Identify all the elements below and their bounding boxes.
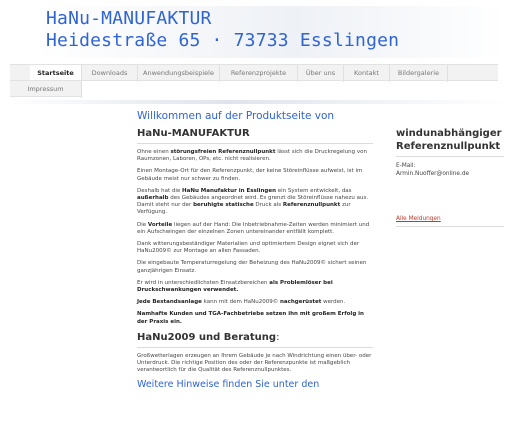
nav-item-anwendungsbeispiele[interactable]: Anwendungsbeispiele	[138, 65, 220, 82]
welcome-heading: Willkommen auf der Produktseite von	[137, 110, 335, 122]
nav-item-kontakt[interactable]: Kontakt	[344, 65, 390, 82]
retrofit-paragraph: Jede Bestandsanlage kann mit dem HaNu200…	[137, 299, 346, 306]
sidebar: windunabhängiger Referenznullpunkt E-Mai…	[396, 127, 504, 227]
main-navigation: Startseite Downloads Anwendungsbeispiele…	[10, 64, 498, 98]
contact-info: E-Mail: Armin.Nuoffer@online.de	[396, 163, 504, 178]
nav-item-bildergalerie[interactable]: Bildergalerie	[390, 65, 448, 82]
email-label: E-Mail:	[396, 163, 416, 169]
customers-paragraph: Namhafte Kunden und TGA-Fachbetriebe set…	[137, 311, 364, 325]
system-paragraph: Deshalb hat die HaNu Manufaktur in Essli…	[137, 187, 369, 216]
nav-item-downloads[interactable]: Downloads	[82, 65, 138, 82]
more-info-link[interactable]: Weitere Hinweise finden Sie unter den	[137, 379, 373, 390]
usage-paragraph: Er wird in unterschiedlichsten Einsatzbe…	[137, 279, 333, 294]
consulting-heading: HaNu2009 und Beratung:	[137, 331, 373, 348]
nav-row-1: Startseite Downloads Anwendungsbeispiele…	[10, 64, 498, 83]
nav-row-2: Impressum	[10, 80, 82, 98]
intro-paragraph: Ohne einen störungsfreien Referenznullpu…	[137, 149, 368, 163]
heating-paragraph: Die eingebaute Temperaturregelung der Be…	[137, 260, 367, 274]
montage-paragraph: Einen Montage-Ort für den Referenzpunkt,…	[137, 168, 363, 182]
weather-paragraph: Großwetterlagen erzeugen an Ihrem Gebäud…	[137, 352, 372, 374]
sidebar-heading: windunabhängiger Referenznullpunkt	[396, 127, 504, 157]
nav-item-impressum[interactable]: Impressum	[10, 81, 82, 98]
all-news-link[interactable]: Alle Meldungen	[396, 216, 504, 227]
email-address[interactable]: Armin.Nuoffer@online.de	[396, 171, 504, 179]
site-address: Heidestraße 65 · 73733 Esslingen	[46, 30, 400, 51]
nav-item-referenzprojekte[interactable]: Referenzprojekte	[220, 65, 298, 82]
site-title: HaNu-MANUFAKTUR	[46, 8, 212, 29]
main-content: Willkommen auf der Produktseite von HaNu…	[137, 110, 373, 390]
company-heading: HaNu-MANUFAKTUR	[137, 127, 373, 144]
materials-paragraph: Dank witterungsbeständiger Materialien u…	[137, 241, 360, 255]
nav-item-ueber-uns[interactable]: Über uns	[298, 65, 344, 82]
header-separator	[0, 100, 508, 104]
advantages-paragraph: Die Vorteile liegen auf der Hand: Die In…	[137, 221, 370, 235]
site-header: HaNu-MANUFAKTUR Heidestraße 65 · 73733 E…	[0, 0, 508, 62]
